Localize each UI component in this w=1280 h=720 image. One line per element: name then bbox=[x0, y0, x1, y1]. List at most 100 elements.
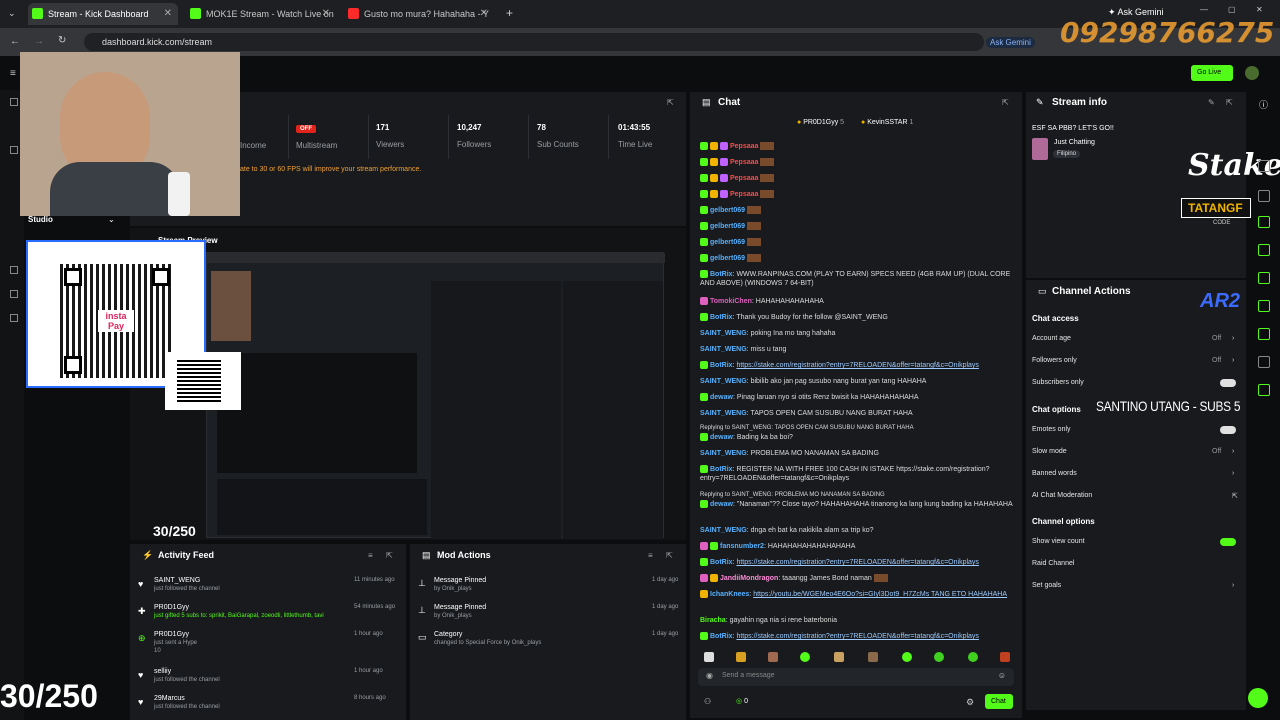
tab-list-dropdown-icon[interactable]: ⌄ bbox=[8, 8, 16, 19]
chat-link[interactable]: https://stake.com/registration?entry=7RE… bbox=[736, 362, 978, 369]
set-goals-setting[interactable]: Set goals › bbox=[1032, 582, 1234, 589]
new-tab-icon[interactable]: + bbox=[506, 6, 513, 20]
chat-link[interactable]: https://stake.com/registration?entry=7RE… bbox=[736, 633, 978, 640]
chat-settings-icon[interactable]: ⚙ bbox=[966, 697, 974, 708]
raid-channel-setting[interactable]: Raid Channel bbox=[1032, 560, 1074, 567]
filter-icon[interactable]: ≡ bbox=[648, 551, 653, 560]
external-link-icon: ⇱ bbox=[1232, 493, 1238, 500]
rail-icon[interactable] bbox=[1258, 384, 1270, 396]
ask-gemini-chip[interactable]: Ask Gemini bbox=[986, 37, 1035, 48]
chat-message: SAINT_WENG: TAPOS OPEN CAM SUSUBU NANG B… bbox=[700, 410, 913, 417]
back-icon[interactable]: ← bbox=[10, 36, 20, 47]
rail-icon[interactable] bbox=[1258, 160, 1270, 172]
nav-home-icon[interactable] bbox=[10, 98, 18, 106]
mod-action-item: Message Pinned by Onik_plays 1 day ago bbox=[434, 604, 679, 619]
rail-icon[interactable] bbox=[1258, 300, 1270, 312]
tab-youtube[interactable]: Gusto mo mura? Hahahaha - Y ✕ bbox=[344, 3, 494, 25]
close-tab-icon[interactable]: ✕ bbox=[164, 8, 172, 19]
channel-actions-title: Channel Actions bbox=[1052, 286, 1131, 297]
pinned-user[interactable]: ● PR0D1Gyy 5 bbox=[797, 119, 844, 126]
chat-message: BotRix: https://stake.com/registration?e… bbox=[700, 558, 1016, 567]
rail-chat-icon[interactable] bbox=[1258, 216, 1270, 228]
emote-bar bbox=[698, 650, 1014, 664]
chat-send-button[interactable]: Chat bbox=[985, 694, 1013, 709]
activity-feed-title: Activity Feed bbox=[158, 550, 215, 560]
rail-icon[interactable] bbox=[1258, 356, 1270, 368]
emote-icon[interactable] bbox=[934, 652, 944, 662]
info-icon[interactable]: ⓘ bbox=[1259, 98, 1268, 111]
minimize-window-icon[interactable]: — bbox=[1200, 5, 1208, 14]
rail-settings-icon[interactable] bbox=[1258, 328, 1270, 340]
category-name[interactable]: Just Chatting bbox=[1054, 139, 1095, 146]
close-window-icon[interactable]: ✕ bbox=[1256, 5, 1263, 14]
emote-icon[interactable] bbox=[736, 652, 746, 662]
gift-icon: ✚ bbox=[138, 606, 146, 616]
rail-activity-icon[interactable] bbox=[1258, 244, 1270, 256]
chat-message: dewaw: Pinag laruan nyo si otits Renz bw… bbox=[700, 393, 1016, 402]
avatar[interactable] bbox=[1245, 66, 1259, 80]
subscribers-only-toggle[interactable] bbox=[1220, 379, 1236, 387]
nav-stream-icon[interactable] bbox=[10, 146, 18, 154]
show-view-count-toggle[interactable] bbox=[1220, 538, 1236, 546]
emote-icon[interactable] bbox=[768, 652, 778, 662]
chat-message: SAINT_WENG: poking Ina mo tang hahaha bbox=[700, 330, 836, 337]
emote-icon[interactable] bbox=[902, 652, 912, 662]
chat-input-user-icon: ◉ bbox=[706, 671, 713, 680]
studio-label[interactable]: Studio bbox=[28, 215, 53, 224]
account-age-setting[interactable]: Account age Off › bbox=[1032, 335, 1234, 342]
emote-icon[interactable] bbox=[968, 652, 978, 662]
nav-community-icon[interactable] bbox=[10, 290, 18, 298]
slow-mode-setting[interactable]: Slow mode Off › bbox=[1032, 448, 1234, 455]
emote-icon[interactable] bbox=[1000, 652, 1010, 662]
stream-info-panel bbox=[1026, 92, 1246, 278]
banned-words-setting[interactable]: Banned words › bbox=[1032, 470, 1234, 477]
emote-icon[interactable] bbox=[834, 652, 844, 662]
followers-only-setting[interactable]: Followers only Off › bbox=[1032, 357, 1234, 364]
popout-icon[interactable]: ⇱ bbox=[667, 98, 674, 107]
emote-icon[interactable] bbox=[704, 652, 714, 662]
popout-icon[interactable]: ⇱ bbox=[666, 551, 673, 560]
chat-users-icon[interactable]: ⚇ bbox=[704, 697, 711, 706]
pin-icon: ⊥ bbox=[418, 605, 426, 615]
filter-icon[interactable]: ≡ bbox=[368, 551, 373, 560]
url-field[interactable]: dashboard.kick.com/stream bbox=[84, 33, 984, 51]
chat-input[interactable]: Send a message ◉ ☺ bbox=[698, 668, 1014, 686]
kick-favicon-icon bbox=[190, 8, 201, 19]
emotes-only-toggle[interactable] bbox=[1220, 426, 1236, 434]
kick-favicon-icon bbox=[32, 8, 43, 19]
stat-value: 10,247 bbox=[457, 123, 482, 132]
tab-mok1e-stream[interactable]: MOK1E Stream - Watch Live on ✕ bbox=[186, 3, 336, 25]
channel-points[interactable]: ◎ 0 bbox=[736, 697, 748, 705]
go-live-button[interactable]: Go Live bbox=[1191, 65, 1233, 81]
stream-preview-video[interactable] bbox=[206, 252, 665, 539]
rail-icon[interactable] bbox=[1258, 190, 1270, 202]
tab-kick-dashboard[interactable]: Stream - Kick Dashboard ✕ bbox=[28, 3, 178, 25]
pinned-user[interactable]: ● KevinSSTAR 1 bbox=[861, 119, 913, 126]
chat-link[interactable]: https://stake.com/registration?entry=7RE… bbox=[736, 559, 978, 566]
popout-icon[interactable]: ⇱ bbox=[1226, 98, 1233, 107]
close-tab-icon[interactable]: ✕ bbox=[480, 8, 488, 19]
chat-link[interactable]: https://youtu.be/WGEMeo4E6Oo?si=GIyl3Dot… bbox=[753, 591, 1007, 598]
close-tab-icon[interactable]: ✕ bbox=[322, 8, 330, 19]
forward-icon[interactable]: → bbox=[34, 36, 44, 47]
rail-icon[interactable] bbox=[1258, 272, 1270, 284]
maximize-window-icon[interactable]: ▢ bbox=[1228, 5, 1236, 14]
reload-icon[interactable]: ↻ bbox=[58, 35, 66, 46]
chat-message: dewaw: "Nanaman"?? Close tayo? HAHAHAHAH… bbox=[700, 500, 1016, 509]
help-fab-icon[interactable] bbox=[1248, 688, 1268, 708]
emote-icon[interactable] bbox=[800, 652, 810, 662]
counter-small: 30/250 bbox=[153, 523, 196, 539]
ai-chat-moderation-setting[interactable]: AI Chat Moderation ⇱ bbox=[1032, 492, 1238, 500]
nav-moderation-icon[interactable] bbox=[10, 314, 18, 322]
emoji-icon[interactable]: ☺ bbox=[998, 671, 1006, 680]
wrench-icon: ✎ bbox=[1036, 97, 1044, 107]
chevron-down-icon[interactable]: ⌄ bbox=[108, 215, 115, 224]
emote-icon[interactable] bbox=[868, 652, 878, 662]
popout-icon[interactable]: ⇱ bbox=[1002, 98, 1009, 107]
nav-settings-icon[interactable] bbox=[10, 266, 18, 274]
activity-item: 29Marcus just followed the channel 8 hours… bbox=[154, 695, 386, 710]
edit-icon[interactable]: ✎ bbox=[1208, 98, 1215, 107]
popout-icon[interactable]: ⇱ bbox=[386, 551, 393, 560]
menu-icon[interactable]: ≡ bbox=[10, 68, 16, 79]
chat-message: BotRix: https://stake.com/registration?e… bbox=[700, 632, 1016, 641]
